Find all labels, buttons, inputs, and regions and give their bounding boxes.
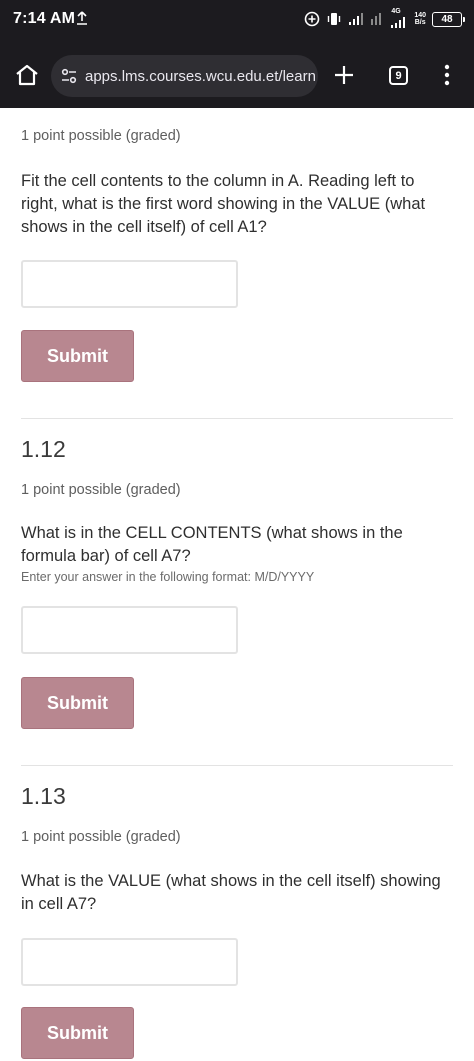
question-text: What is in the CELL CONTENTS (what shows… xyxy=(21,524,403,565)
answer-input[interactable] xyxy=(21,260,238,308)
problem-1-11: 1 point possible (graded) Fit the cell c… xyxy=(21,108,453,408)
submit-button[interactable]: Submit xyxy=(21,677,134,729)
signal-icon xyxy=(349,13,364,25)
signal-4g-icon xyxy=(391,17,406,28)
points-label: 1 point possible (graded) xyxy=(21,482,181,498)
net-speed: 140 B/s xyxy=(414,12,426,26)
browser-toolbar: apps.lms.courses.wcu.edu.et/learn 9 xyxy=(0,40,474,108)
question-block: What is in the CELL CONTENTS (what shows… xyxy=(21,522,453,584)
net-speed-unit: B/s xyxy=(414,19,426,26)
status-time: 7:14 AM xyxy=(13,10,76,27)
problem-title: 1.12 xyxy=(21,436,66,462)
vibrate-icon xyxy=(328,13,341,25)
submit-button[interactable]: Submit xyxy=(21,1007,134,1059)
battery-level: 48 xyxy=(441,13,453,25)
status-bar: 7:14 AM 4G 140 B/s 48 xyxy=(0,0,474,40)
network-type: 4G xyxy=(391,8,401,15)
question-text: Fit the cell contents to the column in A… xyxy=(21,172,426,236)
add-circle-icon xyxy=(305,11,320,27)
net-speed-value: 140 xyxy=(414,12,426,19)
more-vert-icon[interactable] xyxy=(442,63,452,87)
tab-switcher-icon[interactable]: 9 xyxy=(389,66,408,85)
tab-count: 9 xyxy=(395,69,402,82)
plus-icon[interactable] xyxy=(333,64,355,86)
page-content: 1 point possible (graded) Fit the cell c… xyxy=(0,108,474,1061)
problem-1-13: 1.13 1 point possible (graded) What is t… xyxy=(21,783,453,1061)
divider xyxy=(21,765,453,766)
address-bar[interactable]: apps.lms.courses.wcu.edu.et/learn xyxy=(51,55,318,97)
answer-format-hint: Enter your answer in the following forma… xyxy=(21,570,315,584)
battery-icon: 48 xyxy=(432,11,465,27)
home-icon[interactable] xyxy=(14,63,40,87)
answer-input[interactable] xyxy=(21,606,238,654)
signal-4g-indicator: 4G xyxy=(390,8,408,29)
submit-button[interactable]: Submit xyxy=(21,330,134,382)
upload-icon xyxy=(77,11,87,25)
question-text: What is the VALUE (what shows in the cel… xyxy=(21,872,441,913)
points-label: 1 point possible (graded) xyxy=(21,829,181,845)
site-settings-icon[interactable] xyxy=(60,67,78,85)
problem-title: 1.13 xyxy=(21,783,66,809)
status-icons: 4G 140 B/s 48 xyxy=(304,8,465,30)
points-label: 1 point possible (graded) xyxy=(21,128,181,144)
divider xyxy=(21,418,453,419)
answer-input[interactable] xyxy=(21,938,238,986)
url-text[interactable]: apps.lms.courses.wcu.edu.et/learn xyxy=(85,68,316,85)
problem-1-12: 1.12 1 point possible (graded) What is i… xyxy=(21,436,453,736)
signal-icon xyxy=(371,13,382,25)
